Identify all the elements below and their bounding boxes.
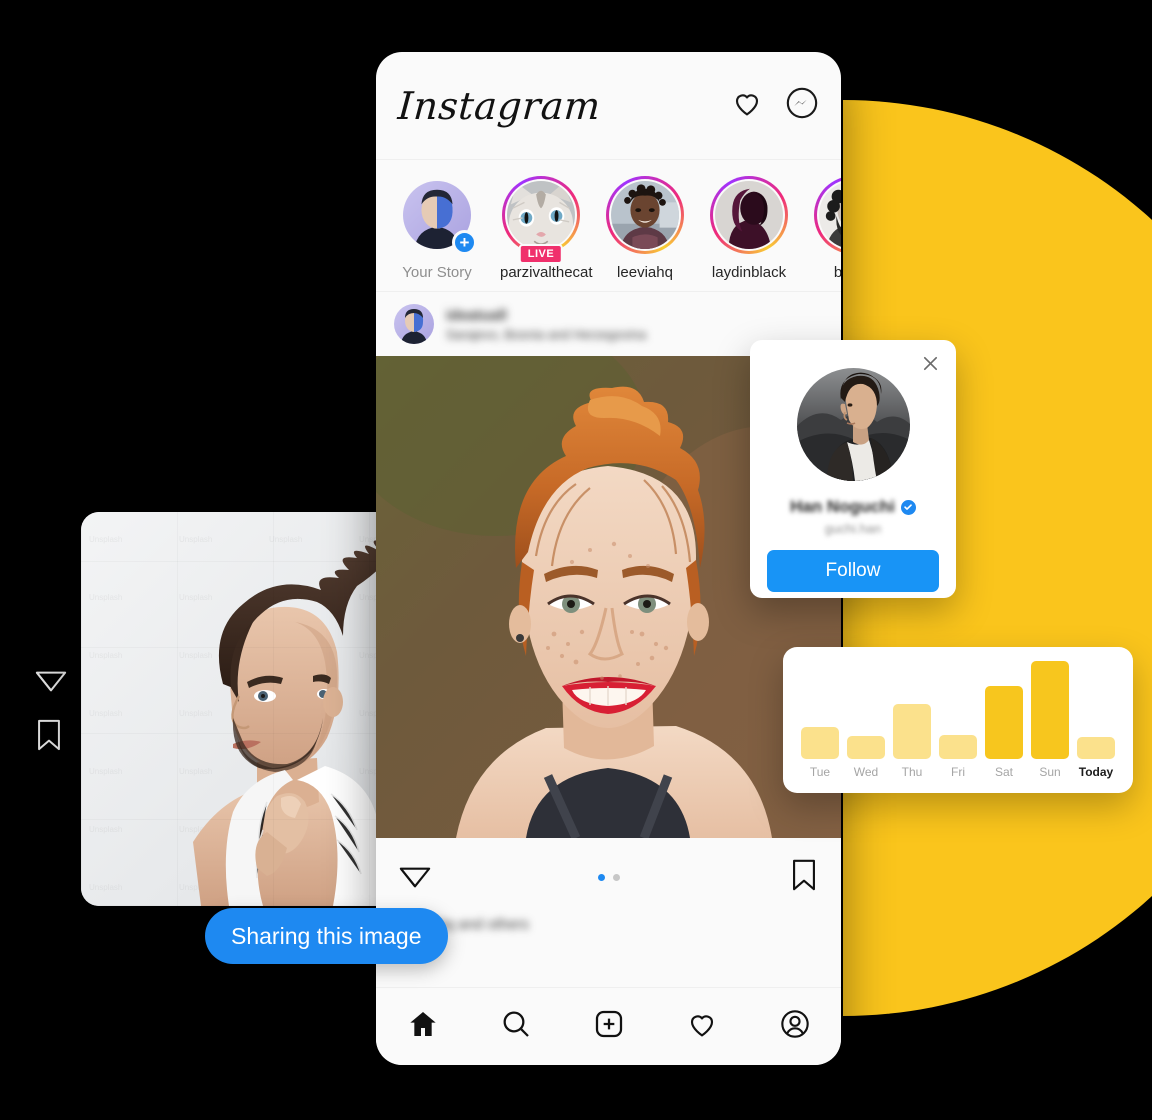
heart-icon[interactable] <box>731 87 763 124</box>
carousel-dots[interactable] <box>597 873 620 881</box>
avatar <box>611 181 679 249</box>
story-item-laydinblack[interactable]: laydinblack <box>708 176 790 281</box>
han-noguchi-avatar-photo <box>796 368 910 481</box>
instagram-header: Instagram <box>376 52 841 160</box>
chart-bar <box>847 736 885 759</box>
chart-bar-label: Wed <box>853 765 879 779</box>
activity-bar-chart-card: Tue Wed Thu Fri Sat Sun Today <box>783 647 1133 793</box>
post-author-info: ideatuall Sarajevo, Bosnia and Herzegovi… <box>446 307 646 342</box>
chart-bar <box>1031 661 1069 759</box>
story-ring <box>606 176 684 254</box>
post-location[interactable]: Sarajevo, Bosnia and Herzegovina <box>446 327 646 342</box>
leeviahq-avatar-photo <box>611 181 679 249</box>
send-icon[interactable] <box>34 662 68 696</box>
close-icon[interactable] <box>921 354 940 378</box>
follow-button[interactable]: Follow <box>767 550 939 592</box>
profile-name-row: Han Noguchi <box>767 497 939 517</box>
screenshot-root: UnsplashUnsplashUnsplashUnsplashUnsp Uns… <box>0 0 1152 1120</box>
post-author-avatar[interactable] <box>394 304 434 344</box>
avatar <box>715 181 783 249</box>
avatar[interactable] <box>796 368 910 481</box>
send-icon[interactable] <box>398 858 432 897</box>
laydinblack-avatar-photo <box>715 181 783 249</box>
chart-bar-label: Fri <box>951 765 965 779</box>
profile-icon[interactable] <box>779 1008 811 1045</box>
chart-bar-column <box>893 659 931 759</box>
bookmark-icon[interactable] <box>34 718 68 752</box>
story-label: Your Story <box>402 264 472 281</box>
instagram-logo[interactable]: Instagram <box>396 84 602 128</box>
chart-bar-column <box>1031 659 1069 759</box>
story-label: laydinblack <box>711 264 787 281</box>
post-action-bar <box>376 838 841 916</box>
story-label: leeviahq <box>617 264 673 281</box>
carousel-dot-1[interactable] <box>597 873 605 881</box>
post-username[interactable]: ideatuall <box>446 307 646 324</box>
profile-name: Han Noguchi <box>790 497 895 516</box>
chart-bar-label: Thu <box>901 765 923 779</box>
sharing-tooltip-label: Sharing this image <box>231 922 422 949</box>
messenger-icon[interactable] <box>785 86 819 125</box>
chart-bar <box>801 727 839 759</box>
verified-badge-icon <box>900 499 916 515</box>
chart-bar <box>985 686 1023 759</box>
stories-tray[interactable]: + Your Story LIVE parzivalthecat leeviah… <box>376 160 841 292</box>
chart-bar-column <box>1077 659 1115 759</box>
chart-bar-column <box>801 659 839 759</box>
search-icon[interactable] <box>500 1008 532 1045</box>
chart-bar <box>1077 737 1115 759</box>
live-badge: LIVE <box>518 244 564 264</box>
chart-bars <box>801 659 1115 759</box>
sharing-tooltip[interactable]: Sharing this image <box>205 908 448 964</box>
header-icons <box>731 86 819 125</box>
activity-icon[interactable] <box>686 1008 718 1045</box>
chart-bar-label: Sat <box>994 765 1013 779</box>
beard-avatar-photo <box>819 181 841 249</box>
home-icon[interactable] <box>407 1008 439 1045</box>
story-ring-inner <box>713 179 785 251</box>
story-item-your-story[interactable]: + Your Story <box>396 176 478 281</box>
chart-x-labels: Tue Wed Thu Fri Sat Sun Today <box>801 765 1115 779</box>
carousel-dot-2[interactable] <box>612 873 620 881</box>
story-item-beard[interactable]: beard <box>812 176 841 281</box>
profile-preview-card: Han Noguchi guchi.han Follow <box>750 340 956 598</box>
bottom-navigation <box>376 987 841 1065</box>
story-ring-inner <box>609 179 681 251</box>
chart-bar <box>939 735 977 759</box>
chart-bar <box>893 704 931 759</box>
story-ring <box>814 176 841 254</box>
floating-action-icons <box>34 662 68 752</box>
story-item-leeviahq[interactable]: leeviahq <box>604 176 686 281</box>
story-ring-inner <box>505 179 577 251</box>
story-label: parzivalthecat <box>500 264 593 281</box>
profile-handle: guchi.han <box>824 521 882 536</box>
cat-avatar-photo <box>507 181 575 249</box>
chart-bar-column <box>847 659 885 759</box>
avatar <box>819 181 841 249</box>
chart-bar-column <box>985 659 1023 759</box>
story-item-parzivalthecat[interactable]: LIVE parzivalthecat <box>500 176 593 281</box>
story-ring <box>502 176 580 254</box>
chart-bar-column <box>939 659 977 759</box>
chart-bar-label: Sun <box>1039 765 1061 779</box>
add-post-icon[interactable] <box>593 1008 625 1045</box>
chart-bar-label: Today <box>1078 765 1114 779</box>
story-ring <box>710 176 788 254</box>
chart-bar-label: Tue <box>809 765 831 779</box>
story-label: beard <box>812 264 841 281</box>
add-story-badge[interactable]: + <box>452 230 477 255</box>
avatar <box>507 181 575 249</box>
post-author-avatar-photo <box>394 304 434 344</box>
bookmark-icon[interactable] <box>789 858 819 897</box>
story-ring-inner <box>817 179 841 251</box>
